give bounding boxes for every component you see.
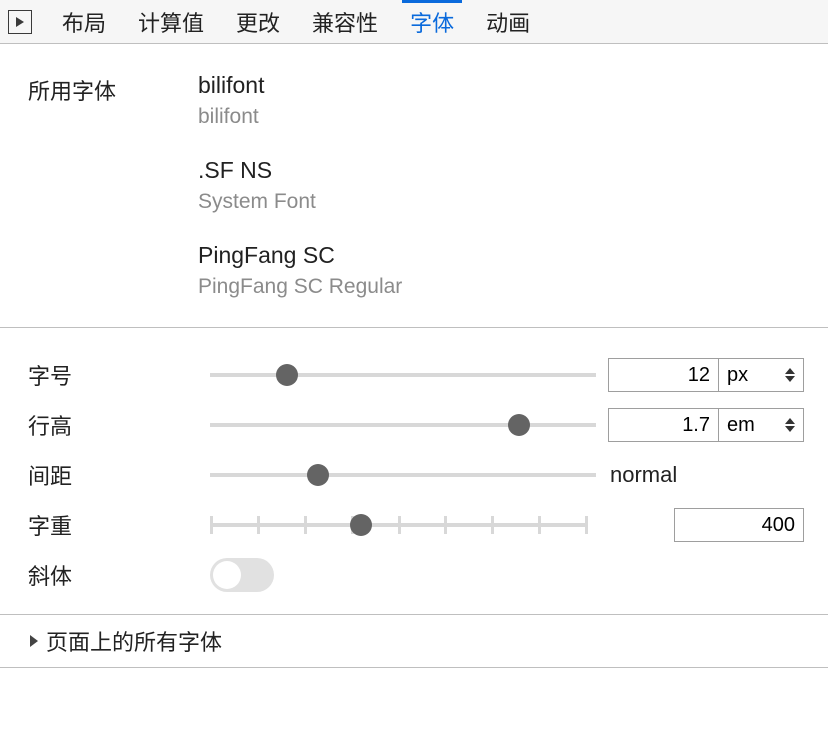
font-size-label: 字号 <box>28 359 198 391</box>
font-size-slider[interactable] <box>210 363 596 387</box>
font-subname: System Font <box>198 190 402 214</box>
fonts-used-list: bilifont bilifont .SF NS System Font Pin… <box>198 72 402 299</box>
tab-computed[interactable]: 计算值 <box>122 0 220 43</box>
font-name: bilifont <box>198 72 402 99</box>
stepper-icon <box>785 418 795 432</box>
tab-layout[interactable]: 布局 <box>46 0 122 43</box>
font-entry: .SF NS System Font <box>198 157 402 214</box>
tab-animations[interactable]: 动画 <box>470 0 546 43</box>
all-fonts-section-header[interactable]: 页面上的所有字体 <box>28 615 804 667</box>
section-divider <box>0 667 828 668</box>
line-height-slider[interactable] <box>210 413 596 437</box>
tab-fonts[interactable]: 字体 <box>394 0 470 43</box>
font-subname: bilifont <box>198 105 402 129</box>
line-height-unit-select[interactable]: em <box>718 408 804 442</box>
fonts-used-label: 所用字体 <box>28 72 198 106</box>
font-name: .SF NS <box>198 157 402 184</box>
font-size-unit-select[interactable]: px <box>718 358 804 392</box>
topbar: 布局 计算值 更改 兼容性 字体 动画 <box>0 0 828 44</box>
spacing-value: normal <box>608 462 804 488</box>
section-divider <box>0 327 828 328</box>
font-size-row: 字号 px <box>28 350 804 400</box>
tab-compatibility[interactable]: 兼容性 <box>296 0 394 43</box>
fonts-panel: 所用字体 bilifont bilifont .SF NS System Fon… <box>0 44 828 668</box>
font-entry: PingFang SC PingFang SC Regular <box>198 242 402 299</box>
line-height-input[interactable] <box>608 408 718 442</box>
weight-input[interactable] <box>674 508 804 542</box>
weight-label: 字重 <box>28 509 198 541</box>
font-entry: bilifont bilifont <box>198 72 402 129</box>
spacing-label: 间距 <box>28 459 198 491</box>
font-name: PingFang SC <box>198 242 402 269</box>
font-size-unit-value: px <box>727 364 748 387</box>
weight-slider[interactable] <box>210 513 588 537</box>
font-size-input[interactable] <box>608 358 718 392</box>
line-height-label: 行高 <box>28 409 198 441</box>
panel-toggle-button[interactable] <box>8 10 32 34</box>
font-subname: PingFang SC Regular <box>198 275 402 299</box>
spacing-slider[interactable] <box>210 463 596 487</box>
line-height-row: 行高 em <box>28 400 804 450</box>
all-fonts-title: 页面上的所有字体 <box>46 625 222 657</box>
stepper-icon <box>785 368 795 382</box>
italic-toggle[interactable] <box>210 558 274 592</box>
spacing-row: 间距 normal <box>28 450 804 500</box>
tab-changes[interactable]: 更改 <box>220 0 296 43</box>
weight-row: 字重 <box>28 500 804 550</box>
inspector-tabs: 布局 计算值 更改 兼容性 字体 动画 <box>46 0 546 43</box>
italic-label: 斜体 <box>28 559 198 591</box>
line-height-unit-value: em <box>727 414 755 437</box>
italic-row: 斜体 <box>28 550 804 600</box>
disclosure-triangle-icon <box>28 633 40 649</box>
